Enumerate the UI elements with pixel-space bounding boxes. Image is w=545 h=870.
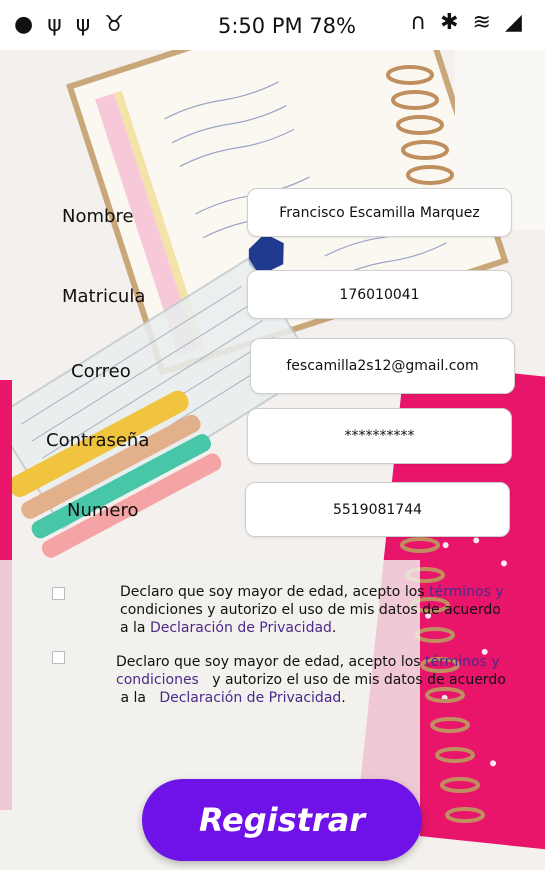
correo-label: Correo	[71, 361, 131, 382]
signal-icon: ◢	[504, 10, 522, 35]
terms-link[interactable]: términos y	[425, 654, 500, 670]
nombre-field[interactable]: Francisco Escamilla Marquez	[247, 188, 512, 237]
conditions-link[interactable]: condiciones	[116, 672, 199, 688]
usb-icon: ψ	[47, 12, 62, 37]
status-time: 5:50 PM 78%	[218, 14, 356, 38]
register-button[interactable]: Registrar	[142, 779, 422, 861]
terms-text-1: Declaro que soy mayor de edad, acepto lo…	[120, 584, 504, 636]
correo-field[interactable]: fescamilla2s12@gmail.com	[250, 338, 515, 394]
status-right-icons: ∩ ✱ ≋ ◢	[410, 10, 522, 35]
matricula-label: Matricula	[62, 286, 146, 307]
bluetooth-icon: ✱	[440, 10, 459, 35]
headphones-icon: ∩	[410, 10, 427, 35]
privacy-link[interactable]: Declaración de Privacidad	[159, 690, 341, 706]
privacy-link[interactable]: Declaración de Privacidad	[150, 620, 332, 636]
nombre-label: Nombre	[62, 206, 134, 227]
wifi-icon: ≋	[472, 10, 491, 35]
numero-field[interactable]: 5519081744	[245, 482, 510, 537]
contrasena-label: Contraseña	[46, 430, 150, 451]
matricula-field[interactable]: 176010041	[247, 270, 512, 319]
numero-label: Numero	[67, 500, 139, 521]
terms-checkbox-2[interactable]	[52, 651, 65, 664]
terms-checkbox-1[interactable]	[52, 587, 65, 600]
terms-text-2: Declaro que soy mayor de edad, acepto lo…	[116, 654, 506, 706]
status-bar: ● ψ ψ ♉ 5:50 PM 78% ∩ ✱ ≋ ◢	[0, 0, 545, 50]
usb-icon: ψ	[75, 12, 91, 37]
android-icon: ♉	[104, 12, 124, 37]
status-left-icons: ● ψ ψ ♉	[14, 12, 124, 37]
terms-link[interactable]: términos y	[429, 584, 504, 600]
app-icon: ●	[14, 12, 34, 37]
password-field[interactable]: **********	[247, 408, 512, 464]
